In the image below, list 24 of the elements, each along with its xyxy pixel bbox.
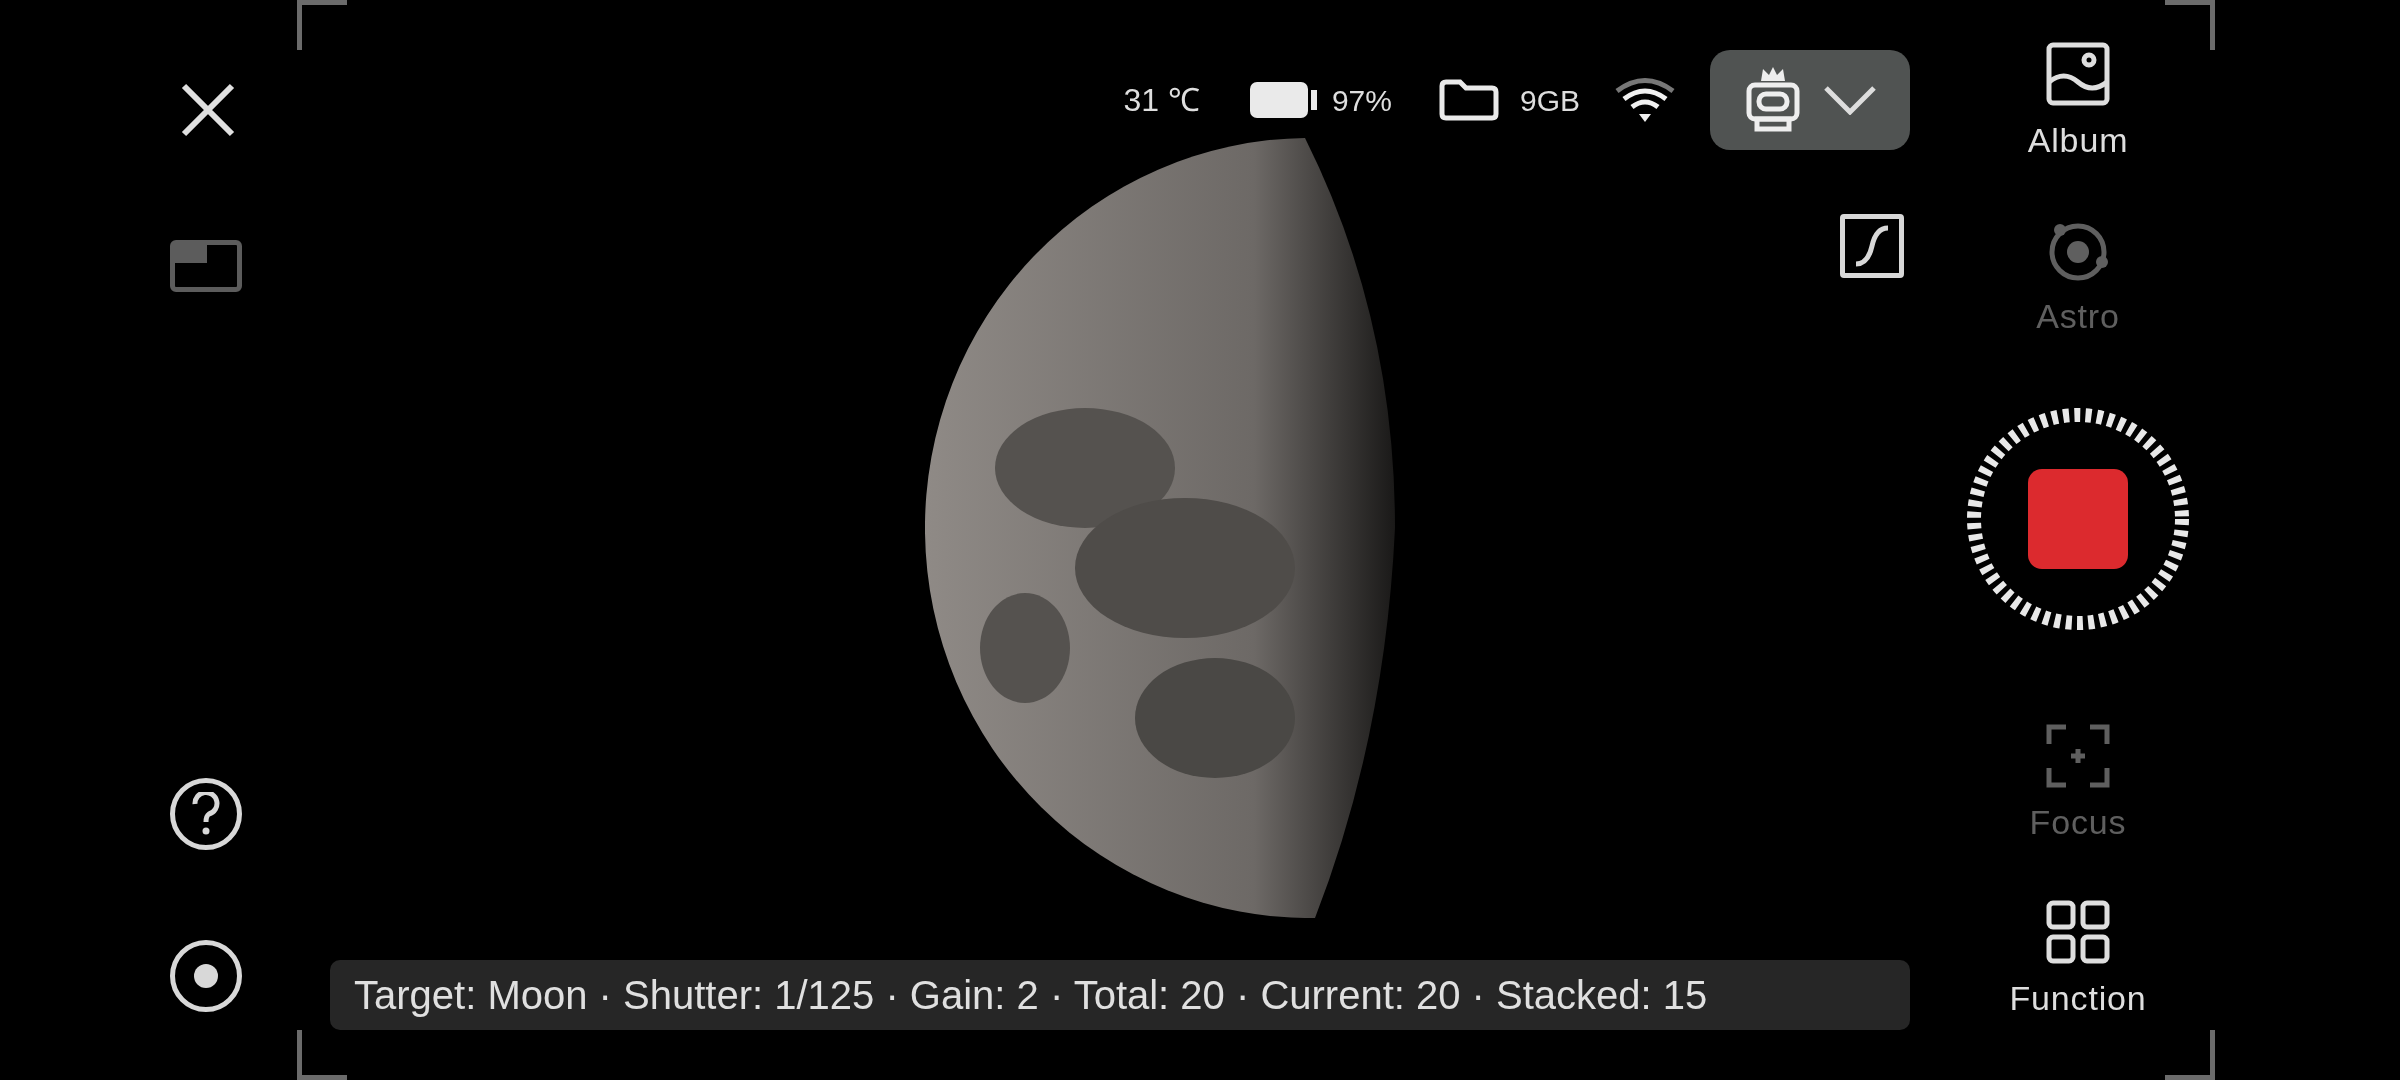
battery-icon — [1247, 80, 1318, 120]
wifi-icon — [1614, 76, 1676, 124]
corner-bracket — [297, 0, 347, 50]
temperature-text: 31 ℃ — [1123, 81, 1200, 120]
corner-bracket — [2165, 0, 2215, 50]
menu-item[interactable]: Album — [2027, 40, 2129, 160]
question-mark-icon — [191, 792, 221, 836]
image-icon — [2044, 40, 2112, 108]
device-selector-button[interactable] — [1710, 50, 1910, 150]
corner-bracket — [2165, 1030, 2215, 1080]
target-button[interactable] — [170, 940, 242, 1012]
folder-icon — [1437, 78, 1500, 122]
battery-text: 97% — [1331, 82, 1392, 119]
curve-button[interactable] — [1840, 214, 1904, 278]
capture-info-bar: Target: Moon · Shutter: 1/125 · Gain: 2 · Total: 20 · Current: 20 · Stacked: 15 — [330, 960, 1910, 1030]
help-button[interactable] — [170, 778, 242, 850]
chevron-down-icon — [1823, 85, 1877, 115]
storage-text: 9GB — [1519, 82, 1580, 119]
focus-frame-icon — [2044, 722, 2112, 790]
close-icon — [180, 82, 236, 138]
grid-icon — [2044, 898, 2112, 966]
menu-item[interactable]: Function — [2009, 898, 2147, 1018]
picture-in-picture-button[interactable] — [170, 240, 242, 292]
record-button[interactable] — [1965, 406, 2191, 632]
